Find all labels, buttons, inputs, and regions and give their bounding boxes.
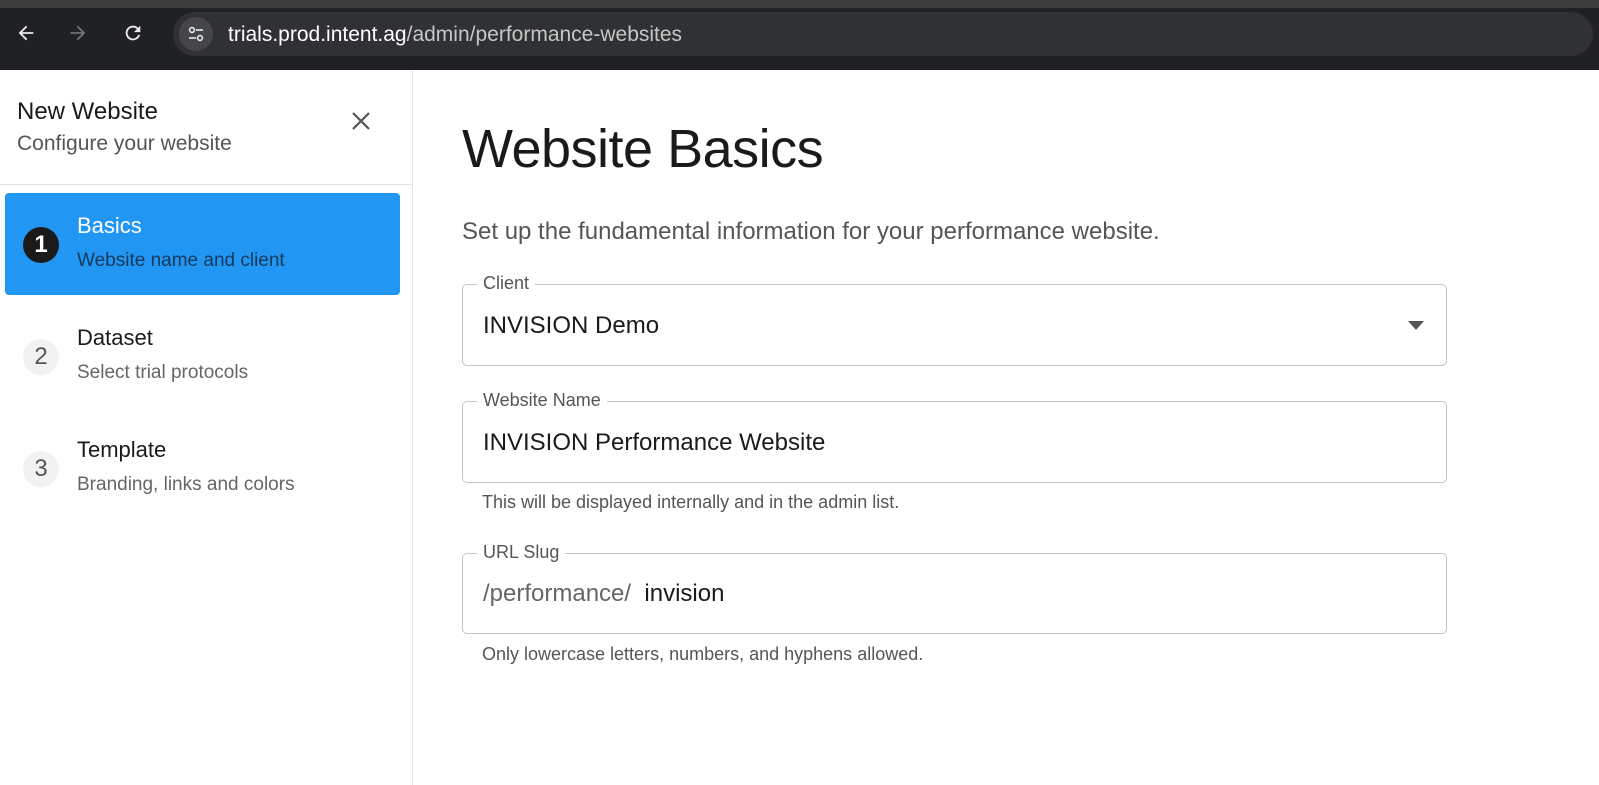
close-icon <box>352 112 370 130</box>
page-description: Set up the fundamental information for y… <box>462 218 1160 245</box>
sidebar-subtitle: Configure your website <box>17 132 232 155</box>
client-select[interactable]: Client INVISION Demo <box>462 273 1447 366</box>
step-number: 3 <box>23 451 59 487</box>
url-slug-input: /performance/ invision <box>483 580 724 608</box>
website-name-helper: This will be displayed internally and in… <box>482 492 900 512</box>
site-info-button[interactable] <box>179 17 213 51</box>
step-dataset[interactable]: 2 Dataset Select trial protocols <box>5 305 400 407</box>
url-text: trials.prod.intent.ag/admin/performance-… <box>228 23 682 47</box>
url-slug-prefix: /performance/ <box>483 580 632 607</box>
address-bar[interactable]: trials.prod.intent.ag/admin/performance-… <box>173 12 1593 56</box>
step-description: Select trial protocols <box>77 362 249 383</box>
reload-icon <box>125 25 141 41</box>
page-title: Website Basics <box>462 119 824 179</box>
url-slug-field[interactable]: URL Slug /performance/ invision <box>462 542 1447 634</box>
reload-button[interactable] <box>118 18 148 48</box>
step-basics[interactable]: 1 Basics Website name and client <box>5 193 400 295</box>
url-slug-helper: Only lowercase letters, numbers, and hyp… <box>482 644 924 664</box>
close-button[interactable] <box>346 106 376 136</box>
step-template[interactable]: 3 Template Branding, links and colors <box>5 417 400 519</box>
back-arrow-icon <box>18 25 34 41</box>
sidebar-title: New Website <box>17 98 158 125</box>
client-label: Client <box>477 273 536 294</box>
site-settings-icon <box>188 26 204 42</box>
step-number: 2 <box>23 339 59 375</box>
wizard-sidebar: New Website Configure your website 1 Bas… <box>0 70 413 785</box>
step-description: Website name and client <box>77 250 285 271</box>
url-host: trials.prod.intent.ag <box>228 23 407 46</box>
sidebar-divider <box>0 184 412 185</box>
step-title: Basics <box>77 213 142 238</box>
website-name-label: Website Name <box>477 390 607 411</box>
website-name-field[interactable]: Website Name INVISION Performance Websit… <box>462 390 1447 483</box>
url-path: /admin/performance-websites <box>406 23 683 46</box>
url-slug-label: URL Slug <box>477 542 566 563</box>
step-title: Dataset <box>77 325 153 350</box>
step-number: 1 <box>23 227 59 263</box>
step-title: Template <box>77 437 167 462</box>
tab-strip <box>0 0 1599 8</box>
website-name-value: INVISION Performance Website <box>483 429 826 456</box>
main-content: Website Basics Set up the fundamental in… <box>414 70 1599 785</box>
forward-button[interactable] <box>63 18 93 48</box>
browser-toolbar: trials.prod.intent.ag/admin/performance-… <box>0 0 1599 70</box>
client-value: INVISION Demo <box>483 312 660 339</box>
dropdown-caret-icon <box>1408 321 1424 330</box>
back-button[interactable] <box>11 18 41 48</box>
forward-arrow-icon <box>70 25 86 41</box>
url-slug-value: invision <box>644 580 725 607</box>
step-description: Branding, links and colors <box>77 474 295 495</box>
